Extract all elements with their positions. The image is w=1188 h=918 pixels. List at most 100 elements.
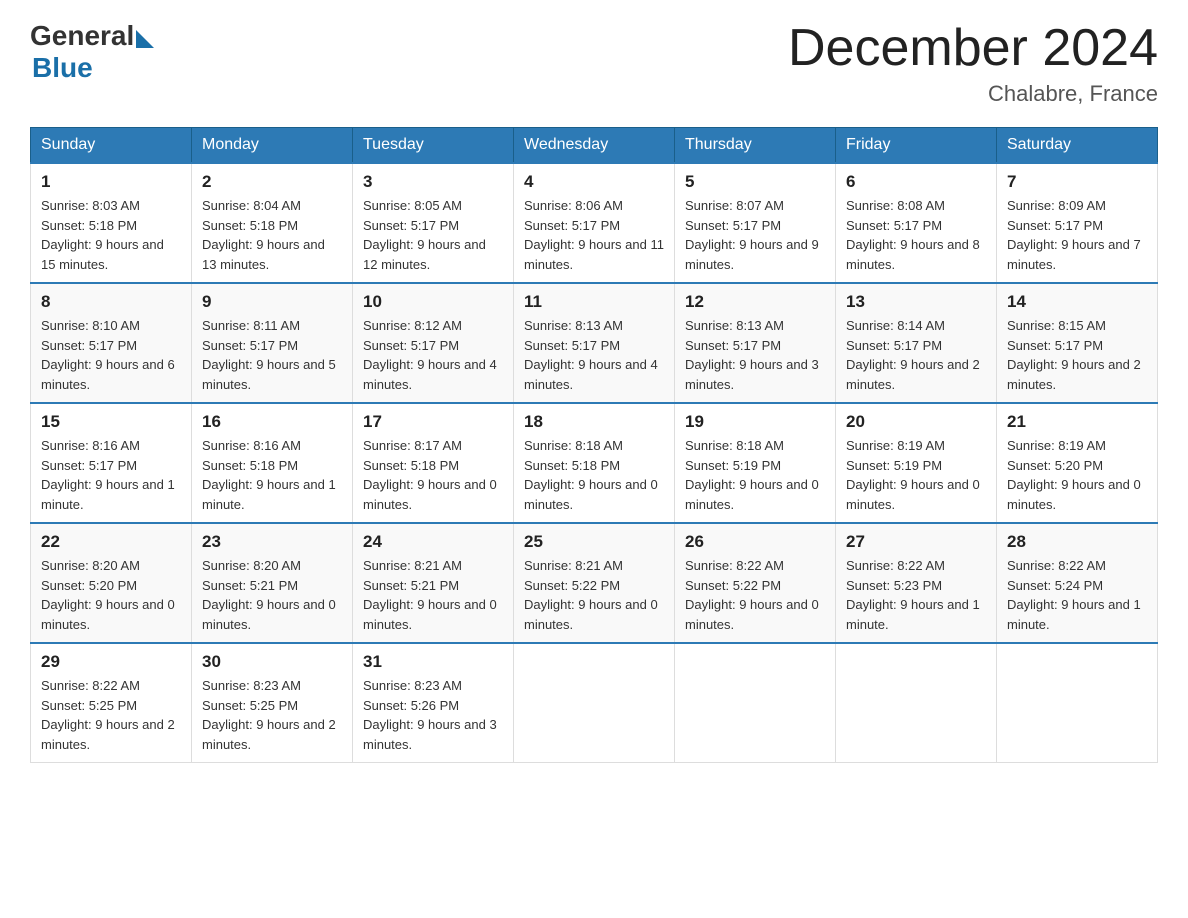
calendar-week-5: 29 Sunrise: 8:22 AMSunset: 5:25 PMDaylig… bbox=[31, 643, 1158, 763]
day-info: Sunrise: 8:20 AMSunset: 5:21 PMDaylight:… bbox=[202, 558, 336, 632]
calendar-cell: 23 Sunrise: 8:20 AMSunset: 5:21 PMDaylig… bbox=[192, 523, 353, 643]
calendar-cell: 30 Sunrise: 8:23 AMSunset: 5:25 PMDaylig… bbox=[192, 643, 353, 763]
day-info: Sunrise: 8:23 AMSunset: 5:26 PMDaylight:… bbox=[363, 678, 497, 752]
calendar-cell: 17 Sunrise: 8:17 AMSunset: 5:18 PMDaylig… bbox=[353, 403, 514, 523]
day-number: 15 bbox=[41, 412, 181, 432]
calendar-cell: 5 Sunrise: 8:07 AMSunset: 5:17 PMDayligh… bbox=[675, 163, 836, 283]
day-info: Sunrise: 8:16 AMSunset: 5:18 PMDaylight:… bbox=[202, 438, 336, 512]
calendar-cell: 10 Sunrise: 8:12 AMSunset: 5:17 PMDaylig… bbox=[353, 283, 514, 403]
calendar-cell: 12 Sunrise: 8:13 AMSunset: 5:17 PMDaylig… bbox=[675, 283, 836, 403]
calendar-cell: 19 Sunrise: 8:18 AMSunset: 5:19 PMDaylig… bbox=[675, 403, 836, 523]
day-number: 8 bbox=[41, 292, 181, 312]
calendar-week-3: 15 Sunrise: 8:16 AMSunset: 5:17 PMDaylig… bbox=[31, 403, 1158, 523]
col-monday: Monday bbox=[192, 128, 353, 164]
calendar-cell: 26 Sunrise: 8:22 AMSunset: 5:22 PMDaylig… bbox=[675, 523, 836, 643]
day-info: Sunrise: 8:17 AMSunset: 5:18 PMDaylight:… bbox=[363, 438, 497, 512]
day-number: 26 bbox=[685, 532, 825, 552]
calendar-cell: 9 Sunrise: 8:11 AMSunset: 5:17 PMDayligh… bbox=[192, 283, 353, 403]
day-info: Sunrise: 8:14 AMSunset: 5:17 PMDaylight:… bbox=[846, 318, 980, 392]
calendar-week-4: 22 Sunrise: 8:20 AMSunset: 5:20 PMDaylig… bbox=[31, 523, 1158, 643]
calendar-subtitle: Chalabre, France bbox=[788, 81, 1158, 107]
calendar-cell bbox=[675, 643, 836, 763]
calendar-cell: 29 Sunrise: 8:22 AMSunset: 5:25 PMDaylig… bbox=[31, 643, 192, 763]
day-info: Sunrise: 8:15 AMSunset: 5:17 PMDaylight:… bbox=[1007, 318, 1141, 392]
calendar-table: Sunday Monday Tuesday Wednesday Thursday… bbox=[30, 127, 1158, 763]
col-friday: Friday bbox=[836, 128, 997, 164]
calendar-cell: 6 Sunrise: 8:08 AMSunset: 5:17 PMDayligh… bbox=[836, 163, 997, 283]
calendar-week-2: 8 Sunrise: 8:10 AMSunset: 5:17 PMDayligh… bbox=[31, 283, 1158, 403]
day-number: 3 bbox=[363, 172, 503, 192]
calendar-cell: 21 Sunrise: 8:19 AMSunset: 5:20 PMDaylig… bbox=[997, 403, 1158, 523]
day-number: 7 bbox=[1007, 172, 1147, 192]
logo: General Blue bbox=[30, 20, 154, 84]
calendar-cell bbox=[514, 643, 675, 763]
day-number: 25 bbox=[524, 532, 664, 552]
day-info: Sunrise: 8:09 AMSunset: 5:17 PMDaylight:… bbox=[1007, 198, 1141, 272]
day-number: 24 bbox=[363, 532, 503, 552]
day-number: 1 bbox=[41, 172, 181, 192]
col-saturday: Saturday bbox=[997, 128, 1158, 164]
day-number: 14 bbox=[1007, 292, 1147, 312]
day-number: 17 bbox=[363, 412, 503, 432]
day-info: Sunrise: 8:22 AMSunset: 5:23 PMDaylight:… bbox=[846, 558, 980, 632]
day-number: 22 bbox=[41, 532, 181, 552]
day-number: 23 bbox=[202, 532, 342, 552]
day-info: Sunrise: 8:19 AMSunset: 5:20 PMDaylight:… bbox=[1007, 438, 1141, 512]
calendar-title: December 2024 bbox=[788, 20, 1158, 77]
day-info: Sunrise: 8:13 AMSunset: 5:17 PMDaylight:… bbox=[524, 318, 658, 392]
day-info: Sunrise: 8:22 AMSunset: 5:24 PMDaylight:… bbox=[1007, 558, 1141, 632]
calendar-cell: 15 Sunrise: 8:16 AMSunset: 5:17 PMDaylig… bbox=[31, 403, 192, 523]
day-info: Sunrise: 8:22 AMSunset: 5:22 PMDaylight:… bbox=[685, 558, 819, 632]
day-info: Sunrise: 8:11 AMSunset: 5:17 PMDaylight:… bbox=[202, 318, 336, 392]
calendar-cell: 25 Sunrise: 8:21 AMSunset: 5:22 PMDaylig… bbox=[514, 523, 675, 643]
logo-arrow-icon bbox=[136, 30, 154, 48]
col-tuesday: Tuesday bbox=[353, 128, 514, 164]
logo-blue-text: Blue bbox=[32, 52, 93, 84]
title-block: December 2024 Chalabre, France bbox=[788, 20, 1158, 107]
day-number: 9 bbox=[202, 292, 342, 312]
day-number: 28 bbox=[1007, 532, 1147, 552]
day-number: 29 bbox=[41, 652, 181, 672]
day-info: Sunrise: 8:21 AMSunset: 5:22 PMDaylight:… bbox=[524, 558, 658, 632]
day-info: Sunrise: 8:21 AMSunset: 5:21 PMDaylight:… bbox=[363, 558, 497, 632]
calendar-cell: 3 Sunrise: 8:05 AMSunset: 5:17 PMDayligh… bbox=[353, 163, 514, 283]
calendar-cell: 31 Sunrise: 8:23 AMSunset: 5:26 PMDaylig… bbox=[353, 643, 514, 763]
day-info: Sunrise: 8:23 AMSunset: 5:25 PMDaylight:… bbox=[202, 678, 336, 752]
calendar-cell: 2 Sunrise: 8:04 AMSunset: 5:18 PMDayligh… bbox=[192, 163, 353, 283]
calendar-cell: 4 Sunrise: 8:06 AMSunset: 5:17 PMDayligh… bbox=[514, 163, 675, 283]
calendar-cell: 22 Sunrise: 8:20 AMSunset: 5:20 PMDaylig… bbox=[31, 523, 192, 643]
calendar-cell: 14 Sunrise: 8:15 AMSunset: 5:17 PMDaylig… bbox=[997, 283, 1158, 403]
day-number: 4 bbox=[524, 172, 664, 192]
day-number: 30 bbox=[202, 652, 342, 672]
day-info: Sunrise: 8:13 AMSunset: 5:17 PMDaylight:… bbox=[685, 318, 819, 392]
day-number: 19 bbox=[685, 412, 825, 432]
col-sunday: Sunday bbox=[31, 128, 192, 164]
day-info: Sunrise: 8:04 AMSunset: 5:18 PMDaylight:… bbox=[202, 198, 325, 272]
calendar-cell bbox=[997, 643, 1158, 763]
day-info: Sunrise: 8:18 AMSunset: 5:18 PMDaylight:… bbox=[524, 438, 658, 512]
day-info: Sunrise: 8:12 AMSunset: 5:17 PMDaylight:… bbox=[363, 318, 497, 392]
calendar-cell: 24 Sunrise: 8:21 AMSunset: 5:21 PMDaylig… bbox=[353, 523, 514, 643]
day-number: 11 bbox=[524, 292, 664, 312]
calendar-cell: 28 Sunrise: 8:22 AMSunset: 5:24 PMDaylig… bbox=[997, 523, 1158, 643]
calendar-cell: 8 Sunrise: 8:10 AMSunset: 5:17 PMDayligh… bbox=[31, 283, 192, 403]
col-thursday: Thursday bbox=[675, 128, 836, 164]
calendar-cell: 1 Sunrise: 8:03 AMSunset: 5:18 PMDayligh… bbox=[31, 163, 192, 283]
calendar-cell: 11 Sunrise: 8:13 AMSunset: 5:17 PMDaylig… bbox=[514, 283, 675, 403]
calendar-cell: 27 Sunrise: 8:22 AMSunset: 5:23 PMDaylig… bbox=[836, 523, 997, 643]
day-number: 13 bbox=[846, 292, 986, 312]
day-info: Sunrise: 8:19 AMSunset: 5:19 PMDaylight:… bbox=[846, 438, 980, 512]
day-info: Sunrise: 8:22 AMSunset: 5:25 PMDaylight:… bbox=[41, 678, 175, 752]
day-info: Sunrise: 8:18 AMSunset: 5:19 PMDaylight:… bbox=[685, 438, 819, 512]
day-number: 27 bbox=[846, 532, 986, 552]
day-number: 31 bbox=[363, 652, 503, 672]
day-info: Sunrise: 8:20 AMSunset: 5:20 PMDaylight:… bbox=[41, 558, 175, 632]
day-number: 6 bbox=[846, 172, 986, 192]
day-number: 16 bbox=[202, 412, 342, 432]
day-info: Sunrise: 8:10 AMSunset: 5:17 PMDaylight:… bbox=[41, 318, 175, 392]
day-info: Sunrise: 8:07 AMSunset: 5:17 PMDaylight:… bbox=[685, 198, 819, 272]
logo-general-text: General bbox=[30, 20, 134, 52]
calendar-cell: 7 Sunrise: 8:09 AMSunset: 5:17 PMDayligh… bbox=[997, 163, 1158, 283]
day-number: 18 bbox=[524, 412, 664, 432]
page-header: General Blue December 2024 Chalabre, Fra… bbox=[30, 20, 1158, 107]
